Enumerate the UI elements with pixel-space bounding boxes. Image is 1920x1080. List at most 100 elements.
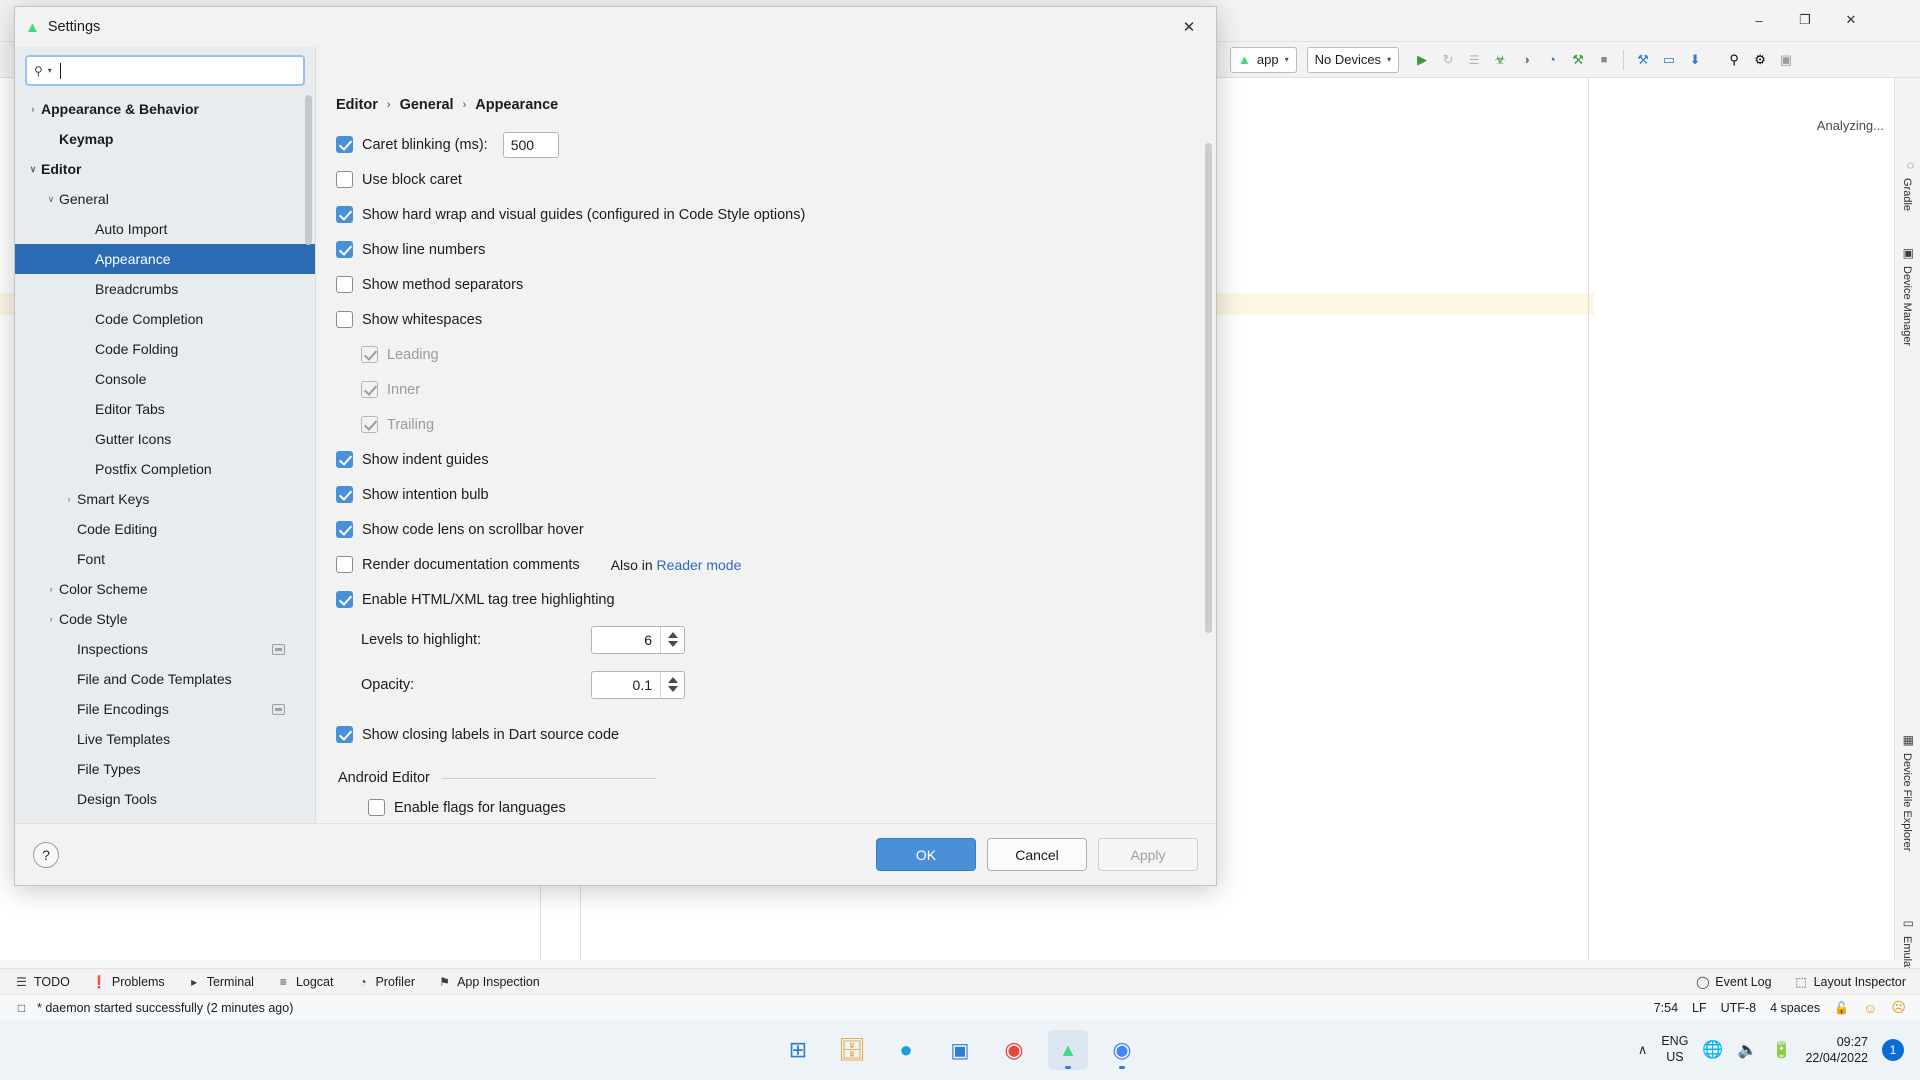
smiley-happy-icon[interactable]: ☺ — [1863, 1000, 1877, 1016]
tree-item-code-completion[interactable]: Code Completion — [15, 304, 315, 334]
search-dropdown-icon[interactable]: ▾ — [48, 66, 52, 75]
tool-window-terminal[interactable]: ▸ Terminal — [187, 974, 254, 989]
clock[interactable]: 09:27 22/04/2022 — [1805, 1034, 1868, 1067]
run-icon[interactable]: ▶ — [1409, 47, 1435, 73]
tree-item-editor[interactable]: ∨ Editor — [15, 154, 315, 184]
option-row-inner[interactable]: Inner — [336, 372, 1216, 407]
main-panel-scrollbar[interactable] — [1205, 143, 1212, 633]
settings-tree[interactable]: › Appearance & Behavior Keymap ∨ Editor ∨ Gene… — [15, 92, 315, 823]
tree-item-code-style[interactable]: › Code Style — [15, 604, 315, 634]
caret-position[interactable]: 7:54 — [1654, 1001, 1678, 1015]
window-minimize-button[interactable]: – — [1736, 0, 1782, 40]
run-with-coverage-icon[interactable]: ⚒ — [1565, 47, 1591, 73]
tree-item-gutter-icons[interactable]: Gutter Icons — [15, 424, 315, 454]
tree-item-live-templates[interactable]: Live Templates — [15, 724, 315, 754]
checkbox-enable-html-xml-tag-tree-highlighting[interactable] — [336, 591, 353, 608]
file-explorer-button[interactable]: 🗄 — [832, 1030, 872, 1070]
option-row-trailing[interactable]: Trailing — [336, 407, 1216, 442]
checkbox-show-hard-wrap-and-visual-guides-configured-in-code-style-options[interactable] — [336, 206, 353, 223]
tool-window-app-inspection[interactable]: ⚑ App Inspection — [437, 974, 540, 989]
tree-item-design-tools[interactable]: Design Tools — [15, 784, 315, 814]
cancel-button[interactable]: Cancel — [987, 838, 1087, 871]
tree-item-breadcrumbs[interactable]: Breadcrumbs — [15, 274, 315, 304]
option-row-leading[interactable]: Leading — [336, 337, 1216, 372]
tree-item-file-types[interactable]: File Types — [15, 754, 315, 784]
chevron-right-icon[interactable]: › — [43, 584, 59, 594]
option-row-enable-html-xml-tag-tree-highlighting[interactable]: Enable HTML/XML tag tree highlighting — [336, 582, 1216, 617]
sidebar-scrollbar[interactable] — [305, 95, 312, 245]
spinner-value[interactable]: 6 — [592, 627, 660, 653]
tree-item-copyright[interactable]: ›Copyright — [15, 814, 315, 823]
tree-item-code-folding[interactable]: Code Folding — [15, 334, 315, 364]
sidebar-item-device-file-explorer[interactable]: Device File Explorer — [1896, 753, 1918, 903]
line-separator[interactable]: LF — [1692, 1001, 1707, 1015]
chevron-down-icon[interactable]: ∨ — [25, 164, 41, 175]
option-row-show-intention-bulb[interactable]: Show intention bulb — [336, 477, 1216, 512]
file-encoding[interactable]: UTF-8 — [1721, 1001, 1756, 1015]
sdk-manager-icon[interactable]: ⚒ — [1630, 47, 1656, 73]
option-row-show-hard-wrap-and-visual-guides-configured-in-code-style-options[interactable]: Show hard wrap and visual guides (config… — [336, 197, 1216, 232]
notification-badge[interactable]: 1 — [1882, 1039, 1904, 1061]
checkbox-show-line-numbers[interactable] — [336, 241, 353, 258]
debug-icon[interactable]: ☣ — [1487, 47, 1513, 73]
window-close-button[interactable]: ✕ — [1828, 0, 1874, 40]
account-icon[interactable]: ▣ — [1773, 47, 1799, 73]
spinner-opacity[interactable]: 0.1 — [591, 670, 685, 699]
avd-manager-icon[interactable]: ▭ — [1656, 47, 1682, 73]
tray-chevron-up-icon[interactable]: ∧ — [1638, 1042, 1648, 1058]
tree-item-smart-keys[interactable]: › Smart Keys — [15, 484, 315, 514]
spinner-down-icon[interactable] — [667, 686, 678, 692]
tree-item-keymap[interactable]: Keymap — [15, 124, 315, 154]
tree-item-file-encodings[interactable]: File Encodings — [15, 694, 315, 724]
microsoft-edge-button[interactable]: ● — [886, 1030, 926, 1070]
sidebar-item-gradle[interactable]: Gradle — [1896, 178, 1918, 238]
tool-window-logcat[interactable]: ≡ Logcat — [276, 974, 334, 989]
tool-window-profiler[interactable]: ◔ Profiler — [355, 974, 415, 989]
apply-code-changes-icon[interactable]: ☰ — [1461, 47, 1487, 73]
profiler-icon[interactable]: ◔ — [1539, 47, 1565, 73]
caret-blinking-input[interactable]: 500 — [502, 131, 559, 158]
battery-icon[interactable]: 🔋 — [1772, 1040, 1792, 1060]
option-row-render-documentation-comments[interactable]: Render documentation comments Also in Rea… — [336, 547, 1216, 582]
checkbox-use-block-caret[interactable] — [336, 171, 353, 188]
android-studio-button[interactable]: ▲ — [1048, 1030, 1088, 1070]
chevron-right-icon[interactable]: › — [25, 104, 41, 114]
reader-mode-link[interactable]: Reader mode — [657, 557, 742, 573]
spinner-levels-to-highlight[interactable]: 6 — [591, 625, 685, 654]
help-button[interactable]: ? — [33, 841, 59, 868]
breadcrumb-level-2[interactable]: General — [400, 97, 454, 113]
start-button[interactable]: ⊞ — [778, 1030, 818, 1070]
smiley-sad-icon[interactable]: ☹ — [1891, 999, 1906, 1016]
tree-item-general[interactable]: ∨ General — [15, 184, 315, 214]
tool-window-layout-inspector[interactable]: ⬚ Layout Inspector — [1794, 974, 1906, 989]
sync-gradle-icon[interactable]: ⬇ — [1682, 47, 1708, 73]
checkbox-show-closing-labels[interactable] — [336, 726, 353, 743]
option-row-show-whitespaces[interactable]: Show whitespaces — [336, 302, 1216, 337]
tool-window-problems[interactable]: ❗ Problems — [92, 974, 165, 989]
device-file-explorer-icon[interactable]: ▦ — [1903, 733, 1914, 747]
tool-window-todo[interactable]: ☰ TODO — [14, 974, 70, 989]
tool-window-event-log[interactable]: ◯ Event Log — [1695, 974, 1772, 989]
language-indicator[interactable]: ENG US — [1661, 1034, 1688, 1065]
chevron-down-icon[interactable]: ∨ — [43, 194, 59, 205]
checkbox-caret-blinking-ms[interactable] — [336, 136, 353, 153]
tree-item-console[interactable]: Console — [15, 364, 315, 394]
module-selector[interactable]: ▲ app ▾ — [1230, 46, 1297, 73]
option-row-show-line-numbers[interactable]: Show line numbers — [336, 232, 1216, 267]
volume-icon[interactable]: 🔈 — [1738, 1040, 1758, 1060]
option-row-enable-flags[interactable]: Enable flags for languages — [336, 790, 1216, 823]
option-row-show-code-lens-on-scrollbar-hover[interactable]: Show code lens on scrollbar hover — [336, 512, 1216, 547]
gradle-icon[interactable]: ◌ — [1907, 158, 1914, 172]
tree-item-appearance-behavior[interactable]: › Appearance & Behavior — [15, 94, 315, 124]
ok-button[interactable]: OK — [876, 838, 976, 871]
option-row-show-closing-labels[interactable]: Show closing labels in Dart source code — [336, 717, 1216, 752]
spinner-up-icon[interactable] — [667, 632, 678, 638]
spinner-up-icon[interactable] — [667, 677, 678, 683]
tree-item-font[interactable]: Font — [15, 544, 315, 574]
checkbox-show-indent-guides[interactable] — [336, 451, 353, 468]
checkbox-show-intention-bulb[interactable] — [336, 486, 353, 503]
tree-item-code-editing[interactable]: Code Editing — [15, 514, 315, 544]
tree-item-appearance[interactable]: Appearance — [15, 244, 315, 274]
window-maximize-button[interactable]: ❐ — [1782, 0, 1828, 40]
emulator-icon[interactable]: ▭ — [1903, 916, 1914, 930]
